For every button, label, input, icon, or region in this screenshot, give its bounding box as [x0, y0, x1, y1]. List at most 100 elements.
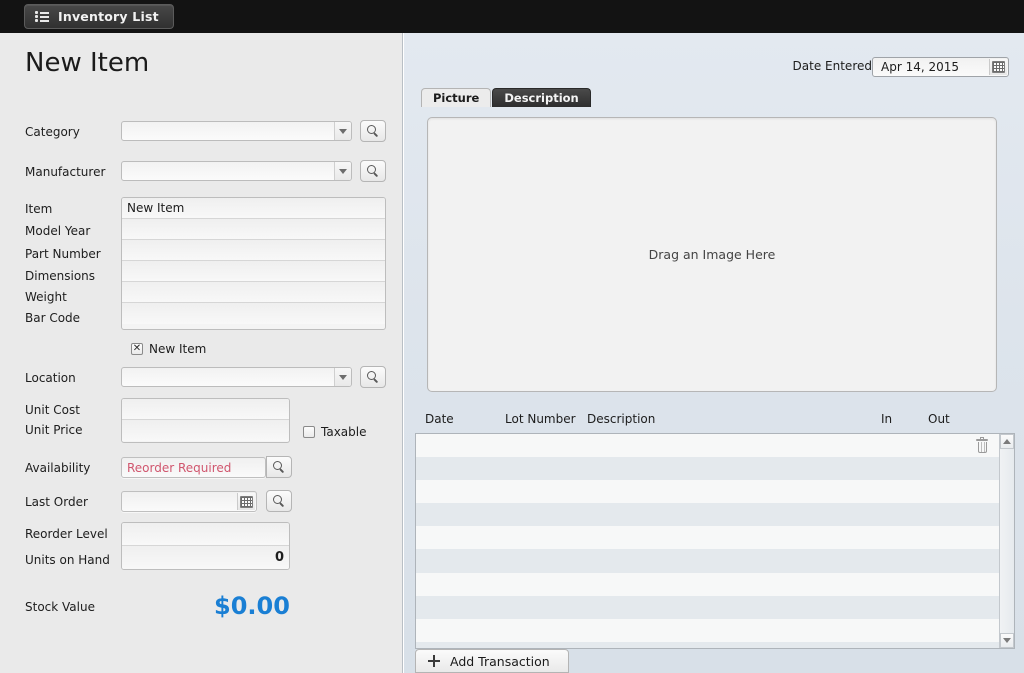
category-dropdown-arrow[interactable] — [334, 122, 351, 140]
search-icon — [366, 124, 380, 138]
trash-icon[interactable] — [976, 437, 988, 453]
column-header-lot-number: Lot Number — [505, 412, 576, 426]
chevron-down-icon — [1003, 638, 1011, 643]
left-form-panel: New Item Category Manufacturer Item Mode… — [0, 33, 403, 673]
stock-quantity-field-group: 0 — [121, 522, 290, 570]
reorder-level-input[interactable] — [122, 523, 289, 546]
add-transaction-button[interactable]: Add Transaction — [415, 649, 569, 673]
unit-price-label: Unit Price — [25, 423, 83, 437]
date-entered-label: Date Entered — [792, 59, 872, 73]
transactions-scrollbar[interactable] — [999, 434, 1014, 648]
item-label: Item — [25, 202, 53, 216]
table-row[interactable] — [416, 572, 1014, 596]
picture-dropzone-text: Drag an Image Here — [648, 247, 776, 262]
location-dropdown-arrow[interactable] — [334, 368, 351, 386]
last-order-input[interactable] — [121, 491, 257, 512]
checkbox-box-unchecked — [303, 426, 315, 438]
availability-label: Availability — [25, 461, 91, 475]
table-row[interactable] — [416, 457, 1014, 481]
table-row[interactable] — [416, 549, 1014, 573]
plus-icon — [428, 655, 440, 667]
calendar-icon — [992, 61, 1005, 73]
scroll-up-button[interactable] — [1000, 434, 1014, 449]
table-row[interactable] — [416, 595, 1014, 619]
stock-value-label: Stock Value — [25, 600, 95, 614]
detail-tabs: Picture Description — [421, 88, 591, 107]
page-title: New Item — [25, 48, 150, 78]
table-row[interactable] — [416, 503, 1014, 527]
chevron-down-icon — [339, 374, 347, 380]
manufacturer-dropdown-arrow[interactable] — [334, 162, 351, 180]
unit-price-input[interactable] — [122, 420, 289, 441]
location-input[interactable] — [121, 367, 352, 387]
part-number-input[interactable] — [122, 240, 385, 261]
manufacturer-input[interactable] — [121, 161, 352, 181]
tab-picture[interactable]: Picture — [421, 88, 492, 107]
search-icon — [366, 164, 380, 178]
dimensions-label: Dimensions — [25, 269, 96, 283]
transactions-table[interactable] — [415, 433, 1015, 649]
category-search-button[interactable] — [360, 120, 386, 142]
scroll-down-button[interactable] — [1000, 633, 1014, 648]
new-item-checkbox[interactable]: ✕ New Item — [131, 342, 206, 356]
top-bar: Inventory List — [0, 0, 1024, 33]
inventory-list-button-label: Inventory List — [58, 9, 159, 24]
dimensions-input[interactable] — [122, 261, 385, 282]
date-entered-calendar-button[interactable] — [989, 59, 1007, 75]
taxable-checkbox-label: Taxable — [321, 425, 367, 439]
transactions-table-header: Date Lot Number Description In Out — [415, 412, 1015, 428]
availability-search-button[interactable] — [266, 456, 292, 478]
search-icon — [366, 370, 380, 384]
bar-code-input[interactable] — [122, 303, 385, 324]
part-number-label: Part Number — [25, 247, 101, 261]
table-row[interactable] — [416, 434, 1014, 458]
taxable-checkbox[interactable]: Taxable — [303, 425, 367, 439]
column-header-date: Date — [425, 412, 454, 426]
model-year-label: Model Year — [25, 224, 91, 238]
list-icon — [35, 11, 49, 22]
table-row[interactable] — [416, 526, 1014, 550]
availability-value: Reorder Required — [127, 460, 232, 475]
location-search-button[interactable] — [360, 366, 386, 388]
table-row[interactable] — [416, 618, 1014, 642]
weight-input[interactable] — [122, 282, 385, 303]
model-year-input[interactable] — [122, 219, 385, 240]
chevron-down-icon — [339, 128, 347, 134]
column-header-description: Description — [587, 412, 656, 426]
units-on-hand-input[interactable]: 0 — [122, 546, 289, 569]
unit-cost-input[interactable] — [122, 399, 289, 420]
calendar-icon — [240, 495, 253, 508]
search-icon — [272, 460, 286, 474]
chevron-down-icon — [339, 168, 347, 174]
chevron-up-icon — [1003, 439, 1011, 444]
unit-cost-label: Unit Cost — [25, 403, 80, 417]
table-row[interactable] — [416, 641, 1014, 648]
last-order-search-button[interactable] — [266, 490, 292, 512]
reorder-level-label: Reorder Level — [25, 527, 108, 541]
stock-value: $0.00 — [214, 592, 290, 620]
column-header-out: Out — [928, 412, 950, 426]
checkbox-box-checked: ✕ — [131, 343, 143, 355]
new-item-checkbox-label: New Item — [149, 342, 207, 356]
item-detail-field-group: New Item — [121, 197, 386, 330]
last-order-calendar-button[interactable] — [237, 493, 255, 510]
weight-label: Weight — [25, 290, 67, 304]
unit-price-field-group — [121, 398, 290, 443]
date-entered-value: Apr 14, 2015 — [881, 60, 960, 74]
item-input[interactable]: New Item — [122, 198, 385, 219]
category-input[interactable] — [121, 121, 352, 141]
category-label: Category — [25, 125, 80, 139]
manufacturer-label: Manufacturer — [25, 165, 106, 179]
manufacturer-search-button[interactable] — [360, 160, 386, 182]
picture-dropzone[interactable]: Drag an Image Here — [427, 117, 997, 392]
availability-input[interactable]: Reorder Required — [121, 457, 266, 478]
location-label: Location — [25, 371, 76, 385]
units-on-hand-label: Units on Hand — [25, 553, 110, 567]
search-icon — [272, 494, 286, 508]
date-entered-input[interactable]: Apr 14, 2015 — [872, 57, 1009, 77]
table-row[interactable] — [416, 480, 1014, 504]
last-order-label: Last Order — [25, 495, 88, 509]
inventory-list-button[interactable]: Inventory List — [24, 4, 174, 29]
bar-code-label: Bar Code — [25, 311, 81, 325]
tab-description[interactable]: Description — [492, 88, 591, 107]
